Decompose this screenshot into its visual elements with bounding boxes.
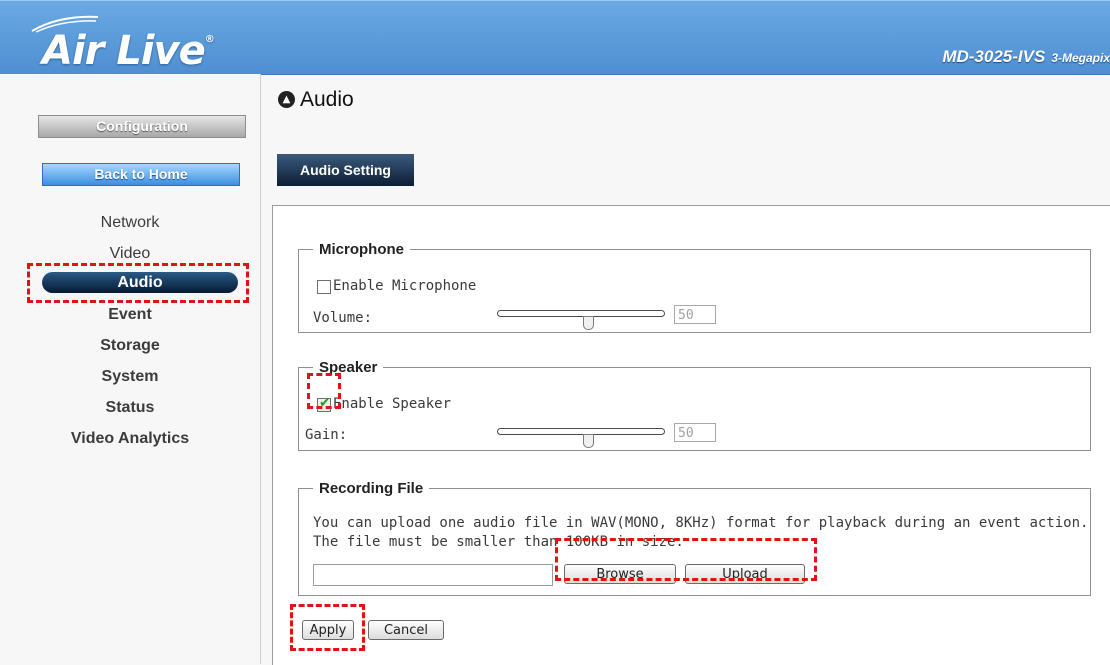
sidebar-item-network[interactable]: Network <box>0 214 260 232</box>
volume-label: Volume: <box>313 310 373 326</box>
app-header: Air Live® MD-3025-IVS 3-Megapix <box>0 0 1110 75</box>
enable-speaker-label: Enable Speaker <box>333 396 452 412</box>
sidebar-item-system[interactable]: System <box>0 368 260 386</box>
volume-slider[interactable] <box>497 310 665 317</box>
recording-description-line1: You can upload one audio file in WAV(MON… <box>313 515 1089 531</box>
microphone-legend: Microphone <box>319 241 404 258</box>
content-panel: Microphone Enable Microphone Volume: 50 … <box>272 205 1110 665</box>
highlight-audio-nav <box>27 263 249 303</box>
volume-slider-handle[interactable] <box>583 316 594 330</box>
enable-microphone-label: Enable Microphone <box>333 278 477 294</box>
microphone-fieldset: Microphone Enable Microphone Volume: 50 <box>298 241 1091 333</box>
speaker-fieldset: Speaker ✔ Enable Speaker Gain: 50 <box>298 359 1091 451</box>
tab-audio-setting[interactable]: Audio Setting <box>277 154 414 186</box>
sidebar-item-event[interactable]: Event <box>0 306 260 324</box>
sidebar-item-storage[interactable]: Storage <box>0 337 260 355</box>
sidebar: Configuration Back to Home Network Video… <box>0 74 260 664</box>
gain-slider[interactable] <box>497 428 665 435</box>
highlight-browse-upload <box>555 538 817 581</box>
back-to-home-button[interactable]: Back to Home <box>42 163 240 186</box>
cancel-button[interactable]: Cancel <box>368 620 444 640</box>
sidebar-item-video[interactable]: Video <box>0 245 260 263</box>
gain-slider-handle[interactable] <box>583 434 594 448</box>
configuration-button[interactable]: Configuration <box>38 115 246 138</box>
gain-label: Gain: <box>305 427 348 443</box>
audio-section-icon: ▲ <box>278 91 295 108</box>
enable-microphone-checkbox[interactable] <box>317 280 331 294</box>
sidebar-item-status[interactable]: Status <box>0 399 260 417</box>
file-path-input[interactable] <box>313 564 553 586</box>
sidebar-item-video-analytics[interactable]: Video Analytics <box>0 430 260 448</box>
highlight-apply-button <box>290 604 365 651</box>
volume-value-field[interactable]: 50 <box>674 305 716 324</box>
page-title: Audio <box>300 88 354 111</box>
gain-value-field[interactable]: 50 <box>674 423 716 442</box>
recording-file-legend: Recording File <box>319 480 424 497</box>
model-name: MD-3025-IVS 3-Megapix <box>942 47 1110 66</box>
brand-logo: Air Live® <box>42 28 215 74</box>
sidebar-divider <box>260 74 261 664</box>
highlight-speaker-checkbox <box>307 373 341 409</box>
